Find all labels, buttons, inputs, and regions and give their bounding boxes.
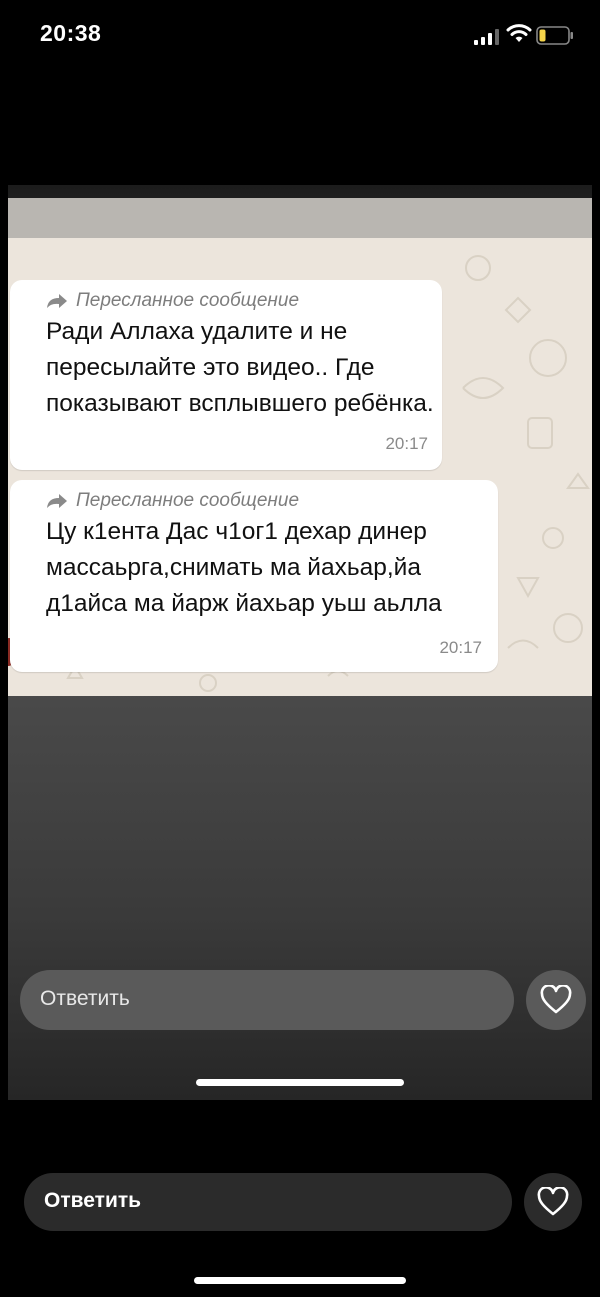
reply-input[interactable]: Ответить: [24, 1173, 512, 1231]
forward-arrow-icon: [47, 494, 67, 508]
like-button[interactable]: [524, 1173, 582, 1231]
chat-header-strip: [8, 198, 592, 238]
message-text: Цу к1ента Дас ч1ог1 дехар динер массаьрг…: [46, 518, 442, 617]
reply-placeholder: Ответить: [44, 1189, 142, 1212]
message-bubble[interactable]: Пересланное сообщение Ради Аллаха удалит…: [10, 280, 442, 470]
forwarded-label: Пересланное сообщение: [76, 290, 300, 311]
heart-icon: [540, 985, 572, 1014]
message-time: 20:17: [439, 638, 482, 657]
wifi-icon: [506, 24, 532, 42]
heart-icon: [537, 1187, 569, 1216]
forward-arrow-icon: [47, 294, 67, 308]
story-like-button[interactable]: [526, 970, 586, 1030]
status-time: 20:38: [40, 20, 102, 46]
home-indicator: [196, 1079, 404, 1086]
cellular-signal-icon: [474, 29, 499, 45]
chat-screenshot: Пересланное сообщение Ради Аллаха удалит…: [8, 198, 592, 696]
status-bar: 20:38: [0, 0, 600, 70]
message-text: Ради Аллаха удалите и не пересылайте это…: [46, 318, 434, 417]
home-indicator: [194, 1277, 406, 1284]
message-bubble[interactable]: Пересланное сообщение Цу к1ента Дас ч1ог…: [10, 480, 498, 672]
battery-icon: [536, 26, 573, 45]
message-time: 20:17: [385, 434, 428, 453]
forwarded-header: Пересланное сообщение: [46, 290, 299, 312]
forwarded-label: Пересланное сообщение: [76, 490, 300, 511]
chat-input-row: [8, 693, 592, 696]
story-reply-placeholder: Ответить: [40, 987, 130, 1010]
forwarded-header: Пересланное сообщение: [46, 490, 299, 512]
chat-area: Пересланное сообщение Ради Аллаха удалит…: [8, 238, 592, 696]
story-reply-input[interactable]: Ответить: [20, 970, 514, 1030]
